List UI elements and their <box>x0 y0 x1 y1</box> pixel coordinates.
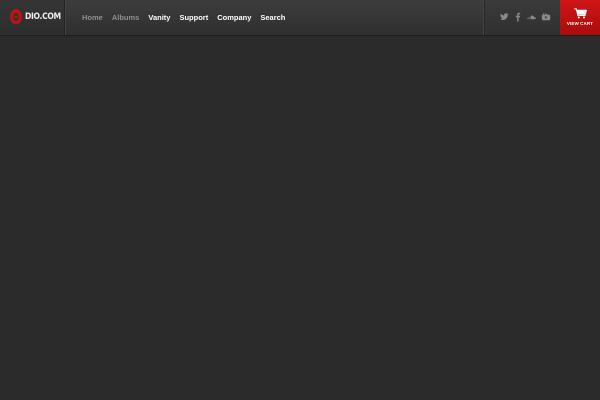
main-nav: Home Albums Vanity Support Company Searc… <box>82 13 294 22</box>
nav-item-search[interactable]: Search <box>260 13 285 22</box>
main-content-area <box>0 36 600 400</box>
social-links <box>484 0 561 35</box>
shopping-cart-icon <box>574 8 587 19</box>
nav-item-company[interactable]: Company <box>217 13 251 22</box>
top-navigation-bar: DIO.COM Home Albums Vanity Support Compa… <box>0 0 600 36</box>
nav-item-support[interactable]: Support <box>179 13 208 22</box>
nav-item-vanity[interactable]: Vanity <box>148 13 170 22</box>
logo-text: DIO.COM <box>25 12 61 22</box>
dio-logo-icon <box>10 9 22 24</box>
twitter-icon[interactable] <box>499 12 509 22</box>
logo[interactable]: DIO.COM <box>0 0 65 35</box>
facebook-icon[interactable] <box>513 12 523 22</box>
nav-item-albums[interactable]: Albums <box>112 13 140 22</box>
youtube-icon[interactable] <box>541 12 551 22</box>
soundcloud-icon[interactable] <box>527 12 537 22</box>
view-cart-label: VIEW CART <box>566 21 594 26</box>
view-cart-button[interactable]: VIEW CART <box>560 0 600 35</box>
nav-item-home[interactable]: Home <box>82 13 103 22</box>
